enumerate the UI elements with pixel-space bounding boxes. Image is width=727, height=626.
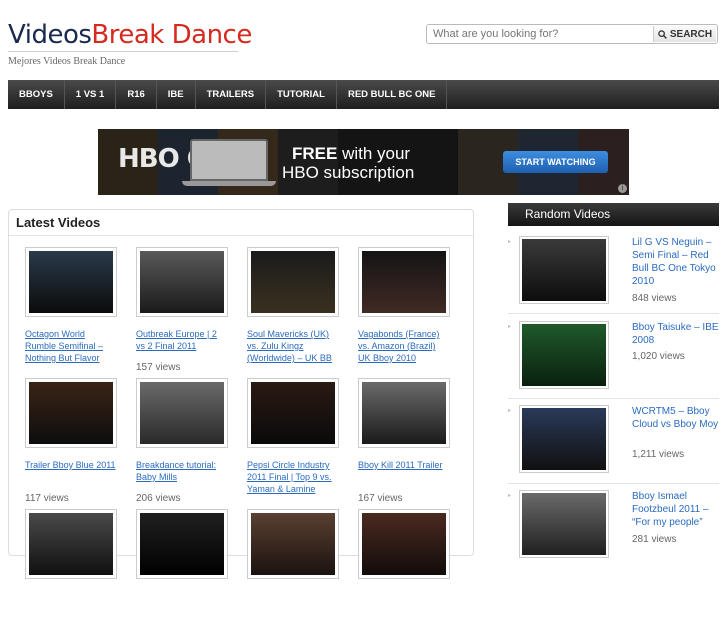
random-video-views: 1,211 views bbox=[632, 449, 685, 460]
video-card: Octagon World Rumble Semifinal – Nothing… bbox=[25, 247, 117, 364]
nav-item-ibe[interactable]: IBE bbox=[157, 80, 196, 109]
video-thumbnail[interactable] bbox=[247, 247, 339, 317]
divider bbox=[508, 398, 719, 399]
video-title-link[interactable]: Bboy Kill 2011 Trailer bbox=[358, 459, 450, 495]
video-title-link[interactable]: Breakdance tutorial: Baby Mills bbox=[136, 459, 228, 495]
logo-underline bbox=[8, 51, 238, 52]
video-thumbnail[interactable] bbox=[247, 378, 339, 448]
main-nav: BBOYS 1 VS 1 R16 IBE TRAILERS TUTORIAL R… bbox=[8, 80, 719, 109]
video-title-link[interactable]: Octagon World Rumble Semifinal – Nothing… bbox=[25, 328, 117, 364]
video-views: 157 views bbox=[136, 362, 181, 373]
video-card: Trailer Bboy Blue 2011 117 views bbox=[25, 378, 117, 504]
random-video-title-link[interactable]: Bboy Ismael Footzbeul 2011 – “For my peo… bbox=[632, 490, 719, 529]
site-title-part2: Break Dance bbox=[91, 20, 252, 50]
video-views: 206 views bbox=[136, 493, 181, 504]
video-title-link[interactable]: Trailer Bboy Blue 2011 bbox=[25, 459, 117, 495]
video-views: 117 views bbox=[25, 493, 69, 504]
start-watching-button[interactable]: START WATCHING bbox=[503, 151, 608, 173]
video-title-link[interactable]: Outbreak Europe | 2 vs 2 Final 2011 bbox=[136, 328, 228, 364]
info-icon[interactable]: i bbox=[618, 184, 627, 193]
video-title-link[interactable]: Pepsi Circle Industry 2011 Final | Top 9… bbox=[247, 459, 339, 495]
nav-item-red-bull-bc-one[interactable]: RED BULL BC ONE bbox=[337, 80, 448, 109]
nav-item-trailers[interactable]: TRAILERS bbox=[196, 80, 267, 109]
random-video-title-link[interactable]: Bboy Taisuke – IBE 2008 bbox=[632, 321, 719, 347]
random-video-title-link[interactable]: Lil G VS Neguin – Semi Final – Red Bull … bbox=[632, 236, 719, 288]
divider bbox=[508, 483, 719, 484]
video-thumbnail[interactable] bbox=[358, 247, 450, 317]
video-thumbnail[interactable] bbox=[25, 509, 117, 579]
video-title-link[interactable] bbox=[247, 590, 339, 626]
random-video-thumbnail[interactable] bbox=[519, 236, 609, 304]
random-video-thumbnail[interactable] bbox=[519, 490, 609, 558]
random-video-title-link[interactable]: WCRTM5 – Bboy Cloud vs Bboy Moy bbox=[632, 405, 719, 431]
laptop-base bbox=[182, 181, 276, 186]
latest-videos-panel: Latest Videos Octagon World Rumble Semif… bbox=[8, 209, 474, 579]
video-thumbnail[interactable] bbox=[136, 247, 228, 317]
video-title-link[interactable]: Soul Mavericks (UK) vs. Zulu Kingz (Worl… bbox=[247, 328, 339, 364]
search-input[interactable] bbox=[427, 25, 661, 43]
random-videos-heading: Random Videos bbox=[525, 207, 611, 221]
random-video-thumbnail[interactable] bbox=[519, 321, 609, 389]
video-thumbnail[interactable] bbox=[358, 378, 450, 448]
video-thumbnail[interactable] bbox=[136, 509, 228, 579]
video-card bbox=[358, 509, 450, 626]
video-thumbnail[interactable] bbox=[136, 378, 228, 448]
video-card: Soul Mavericks (UK) vs. Zulu Kingz (Worl… bbox=[247, 247, 339, 364]
bullet-icon: ▸ bbox=[508, 408, 512, 414]
laptop-icon bbox=[190, 139, 268, 181]
divider bbox=[508, 313, 719, 314]
banner-offer-line2: HBO subscription bbox=[282, 163, 415, 182]
banner-offer-free: FREE bbox=[292, 144, 338, 163]
video-card bbox=[25, 509, 117, 626]
site-tagline: Mejores Videos Break Dance bbox=[8, 56, 126, 67]
video-card bbox=[247, 509, 339, 626]
video-title-link[interactable]: Vagabonds (France) vs. Amazon (Brazil) U… bbox=[358, 328, 450, 364]
nav-item-bboys[interactable]: BBOYS bbox=[8, 80, 65, 109]
divider bbox=[9, 235, 473, 236]
video-thumbnail[interactable] bbox=[25, 378, 117, 448]
video-card: Breakdance tutorial: Baby Mills 206 view… bbox=[136, 378, 228, 504]
random-videos-header: Random Videos bbox=[508, 203, 719, 226]
banner-offer-line1: FREE with your bbox=[292, 144, 410, 164]
random-video-views: 1,020 views bbox=[632, 351, 685, 362]
search-box: SEARCH bbox=[426, 24, 718, 44]
bullet-icon: ▸ bbox=[508, 239, 512, 245]
bullet-icon: ▸ bbox=[508, 324, 512, 330]
nav-item-1vs1[interactable]: 1 VS 1 bbox=[65, 80, 117, 109]
random-video-thumbnail[interactable] bbox=[519, 405, 609, 473]
search-button[interactable]: SEARCH bbox=[653, 26, 716, 42]
bullet-icon: ▸ bbox=[508, 493, 512, 499]
video-thumbnail[interactable] bbox=[247, 509, 339, 579]
video-title-link[interactable] bbox=[358, 590, 450, 626]
video-card: Pepsi Circle Industry 2011 Final | Top 9… bbox=[247, 378, 339, 495]
video-views: 167 views bbox=[358, 493, 403, 504]
video-thumbnail[interactable] bbox=[25, 247, 117, 317]
random-video-views: 281 views bbox=[632, 534, 677, 545]
nav-item-tutorial[interactable]: TUTORIAL bbox=[266, 80, 337, 109]
site-logo[interactable]: VideosBreak Dance bbox=[8, 20, 252, 50]
hbo-go-banner-ad[interactable]: HBO GO FREE with your HBO subscription S… bbox=[98, 129, 629, 195]
nav-item-r16[interactable]: R16 bbox=[116, 80, 157, 109]
video-title-link[interactable] bbox=[136, 590, 228, 626]
search-button-label: SEARCH bbox=[669, 28, 713, 40]
latest-videos-heading: Latest Videos bbox=[16, 215, 101, 230]
random-video-views: 848 views bbox=[632, 293, 677, 304]
video-thumbnail[interactable] bbox=[358, 509, 450, 579]
search-icon bbox=[658, 29, 667, 39]
video-card: Vagabonds (France) vs. Amazon (Brazil) U… bbox=[358, 247, 450, 364]
video-title-link[interactable] bbox=[25, 590, 117, 626]
site-title-part1: Videos bbox=[8, 20, 92, 50]
video-card bbox=[136, 509, 228, 626]
banner-offer-rest: with your bbox=[337, 144, 411, 163]
video-card: Bboy Kill 2011 Trailer 167 views bbox=[358, 378, 450, 504]
video-card: Outbreak Europe | 2 vs 2 Final 2011 157 … bbox=[136, 247, 228, 373]
